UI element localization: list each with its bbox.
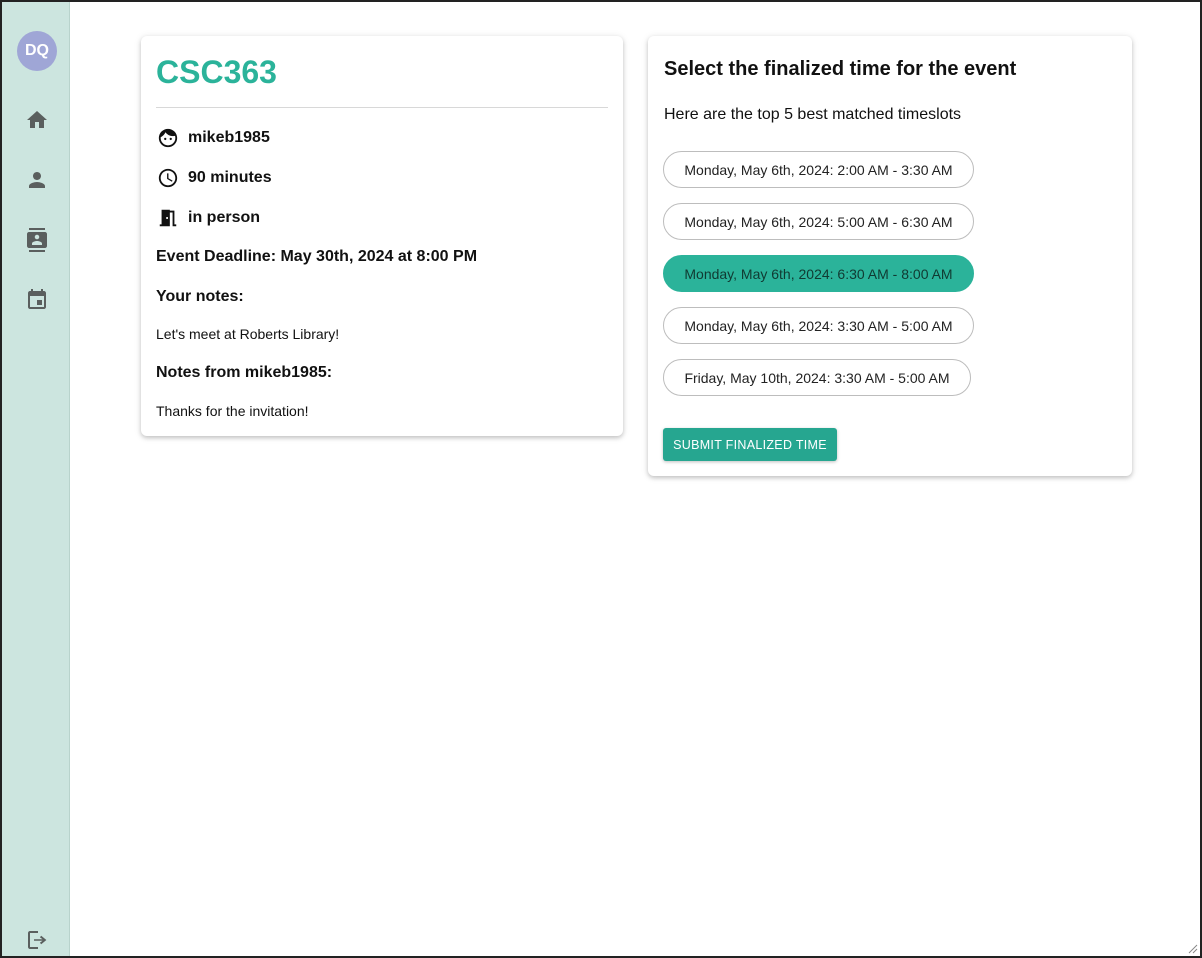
contacts-icon — [27, 228, 47, 252]
sidebar-item-home[interactable] — [24, 107, 50, 133]
logout-icon — [28, 931, 47, 949]
timeslot-option[interactable]: Monday, May 6th, 2024: 3:30 AM - 5:00 AM — [663, 307, 974, 344]
clock-icon — [156, 166, 180, 190]
home-icon — [27, 111, 47, 128]
finalize-time-card: Select the finalized time for the event … — [648, 36, 1132, 476]
calendar-icon — [28, 289, 46, 309]
owner-row: mikeb1985 — [156, 126, 270, 150]
person-icon — [29, 172, 45, 188]
app-window: DQ CSC363 mikeb1985 90 minutes in person… — [0, 0, 1202, 958]
sidebar-item-contacts[interactable] — [24, 227, 50, 253]
timeslot-option[interactable]: Monday, May 6th, 2024: 2:00 AM - 3:30 AM — [663, 151, 974, 188]
sidebar-item-calendar[interactable] — [24, 287, 50, 313]
avatar[interactable]: DQ — [17, 31, 57, 71]
finalize-title: Select the finalized time for the event — [664, 58, 1017, 80]
sidebar: DQ — [2, 2, 70, 956]
timeslot-option[interactable]: Friday, May 10th, 2024: 3:30 AM - 5:00 A… — [663, 359, 971, 396]
event-details-card: CSC363 mikeb1985 90 minutes in person Ev… — [141, 36, 623, 436]
duration-row: 90 minutes — [156, 166, 272, 190]
door-icon — [156, 206, 180, 230]
submit-finalized-time-button[interactable]: SUBMIT FINALIZED TIME — [663, 428, 837, 461]
timeslot-option-selected[interactable]: Monday, May 6th, 2024: 6:30 AM - 8:00 AM — [663, 255, 974, 292]
event-title: CSC363 — [156, 54, 277, 90]
sidebar-item-profile[interactable] — [24, 167, 50, 193]
resize-grip-icon[interactable] — [1186, 942, 1198, 954]
event-deadline: Event Deadline: May 30th, 2024 at 8:00 P… — [156, 248, 478, 265]
finalize-subtitle: Here are the top 5 best matched timeslot… — [664, 106, 962, 123]
location-text: in person — [188, 209, 261, 226]
divider — [156, 107, 608, 108]
logout-button[interactable] — [24, 927, 50, 953]
your-notes-text: Let's meet at Roberts Library! — [156, 326, 340, 342]
location-row: in person — [156, 206, 260, 230]
duration-text: 90 minutes — [188, 169, 272, 186]
other-notes-text: Thanks for the invitation! — [156, 403, 309, 419]
other-notes-label: Notes from mikeb1985: — [156, 364, 333, 381]
your-notes-label: Your notes: — [156, 288, 244, 305]
timeslot-option[interactable]: Monday, May 6th, 2024: 5:00 AM - 6:30 AM — [663, 203, 974, 240]
face-icon — [156, 126, 180, 150]
owner-name: mikeb1985 — [188, 129, 270, 146]
